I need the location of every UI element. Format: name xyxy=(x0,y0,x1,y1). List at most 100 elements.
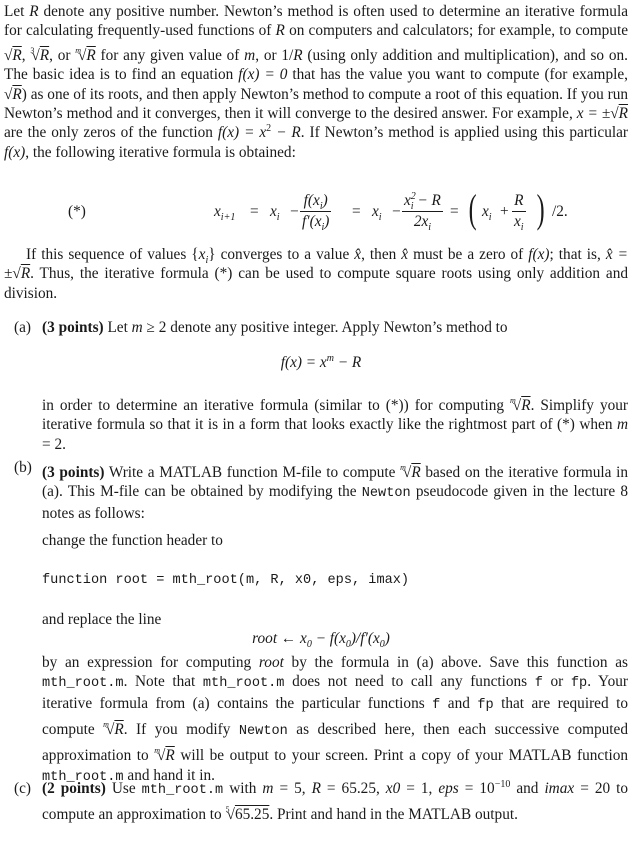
code-filename: mth_root.m xyxy=(202,676,285,692)
text: ) xyxy=(384,630,390,648)
radicand: 65.25 xyxy=(234,806,270,824)
root-index: m xyxy=(103,720,109,730)
text: = 1, xyxy=(400,780,439,797)
text: that has the value you want to compute (… xyxy=(287,66,628,84)
mth-root: m√R xyxy=(75,45,96,64)
text: , then xyxy=(361,246,402,263)
code-newton: Newton xyxy=(361,486,411,502)
mth-root: m√R xyxy=(154,746,175,765)
text: = 5, xyxy=(273,780,312,797)
exponent: −10 xyxy=(494,778,511,790)
root-index: m xyxy=(510,395,516,405)
part-c-body: (2 points) Use mth_root.m with m = 5, R … xyxy=(42,779,628,825)
denominator: f′(xi) xyxy=(300,212,331,233)
text: ≥ 2 denote any positive integer. Apply N… xyxy=(142,319,508,336)
text: Use xyxy=(105,780,142,797)
radicand: R xyxy=(618,105,629,123)
text: , the following iterative formula is obt… xyxy=(25,143,296,161)
subscript: i xyxy=(378,212,382,224)
text: , or 1/ xyxy=(255,46,294,64)
radicand: R xyxy=(411,464,421,481)
radicand: R xyxy=(114,721,124,739)
text: . If Newton’s method is applied using th… xyxy=(300,124,628,142)
text: with xyxy=(223,780,263,797)
text: = 2. xyxy=(42,435,66,453)
text: If this sequence of values { xyxy=(26,246,199,263)
root-index: m xyxy=(75,45,82,55)
radicand: R xyxy=(521,396,531,414)
text: − R xyxy=(413,192,441,209)
math-fx: f(x) xyxy=(528,246,550,263)
text: Let xyxy=(4,3,30,20)
text: root ← x xyxy=(252,630,307,648)
text: on computers and calculators; for exampl… xyxy=(284,22,628,40)
code-f: f xyxy=(534,676,543,692)
var-eps: eps xyxy=(438,780,459,797)
fraction-f-over-fprime: f(xi) f′(xi) xyxy=(300,191,332,233)
equals-sign: = xyxy=(450,203,459,220)
change-header-text: change the function header to xyxy=(42,532,223,550)
part-a: (a) (3 points) Let m ≥ 2 denote any posi… xyxy=(14,318,628,454)
math-x-eq: x = ± xyxy=(576,105,611,123)
text: by the formula in (a) above. Save this f… xyxy=(283,653,628,671)
text: must be a zero of xyxy=(408,246,529,263)
document-page: Let R denote any positive number. Newton… xyxy=(0,0,640,841)
text: ) xyxy=(322,192,328,209)
var-R: R xyxy=(275,22,285,40)
convergence-paragraph: If this sequence of values {xi} converge… xyxy=(4,245,628,303)
mth-root: m√R xyxy=(103,720,124,739)
text: f(x) = x xyxy=(280,354,327,372)
function-header-code: function root = mth_root(m, R, x0, eps, … xyxy=(42,572,410,588)
radicand: R xyxy=(86,46,96,64)
text: f(x xyxy=(303,192,320,209)
plus-sign: + xyxy=(500,203,509,220)
equation-tag: (*) xyxy=(68,203,86,220)
text: = 10 xyxy=(458,780,495,797)
replace-line-text: and replace the line xyxy=(42,611,162,629)
var-m: m xyxy=(616,416,628,434)
math-fx: f(x) xyxy=(4,143,26,161)
fraction-quadratic: x2i − R 2xi xyxy=(402,191,443,233)
subscript: i xyxy=(276,212,280,224)
newton-square-root-formula: (*) xi+1 = xi − f(xi) f′(xi) = xi − x2i … xyxy=(0,183,640,243)
var-x: x xyxy=(270,203,277,220)
code-fp: fp xyxy=(570,676,588,692)
right-paren: ) xyxy=(536,186,545,231)
text: . Thus, the iterative formula (*) can be… xyxy=(4,265,628,302)
text: are the only zeros of the function xyxy=(4,124,218,142)
part-b-details: by an expression for computing root by t… xyxy=(42,653,628,787)
function-equation: f(x) = xm − R xyxy=(14,353,628,372)
radicand: R xyxy=(165,747,175,765)
radicand: R xyxy=(20,265,31,283)
var-R: R xyxy=(311,780,321,797)
var-imax: imax xyxy=(544,780,575,797)
part-b: (b) (3 points) Write a MATLAB function M… xyxy=(14,458,628,787)
text: Write a MATLAB function M-file to comput… xyxy=(104,464,401,481)
part-label: (c) xyxy=(14,780,31,797)
part-b-body: (3 points) Write a MATLAB function M-fil… xyxy=(42,458,628,787)
exponent: m xyxy=(326,353,334,365)
xi: xi xyxy=(372,203,382,224)
text: ; that is, xyxy=(549,246,606,263)
lhs: xi+1 xyxy=(214,203,235,223)
divide-by-two: /2. xyxy=(552,203,568,220)
text: will be output to your screen. Print a c… xyxy=(174,747,628,765)
numerator: f(xi) xyxy=(300,191,332,212)
var-x0: x0 xyxy=(385,780,401,797)
xi: xi xyxy=(270,203,280,224)
equals-sign: = xyxy=(250,203,259,220)
text: 2x xyxy=(413,213,429,230)
points-label: (3 points) xyxy=(42,464,105,481)
var-x: x xyxy=(372,203,379,220)
part-a-body: (3 points) Let m ≥ 2 denote any positive… xyxy=(42,318,628,454)
part-a-instructions: in order to determine an iterative formu… xyxy=(42,391,628,454)
text: and xyxy=(510,780,545,797)
text: ) xyxy=(324,213,330,230)
var-R: R xyxy=(29,3,39,20)
text: = 65.25, xyxy=(320,780,386,797)
text: in order to determine an iterative formu… xyxy=(42,396,511,414)
subscript: i xyxy=(520,222,524,234)
text: Let xyxy=(103,319,132,336)
square-root: √R xyxy=(610,105,629,123)
points-label: (2 points) xyxy=(42,780,106,797)
